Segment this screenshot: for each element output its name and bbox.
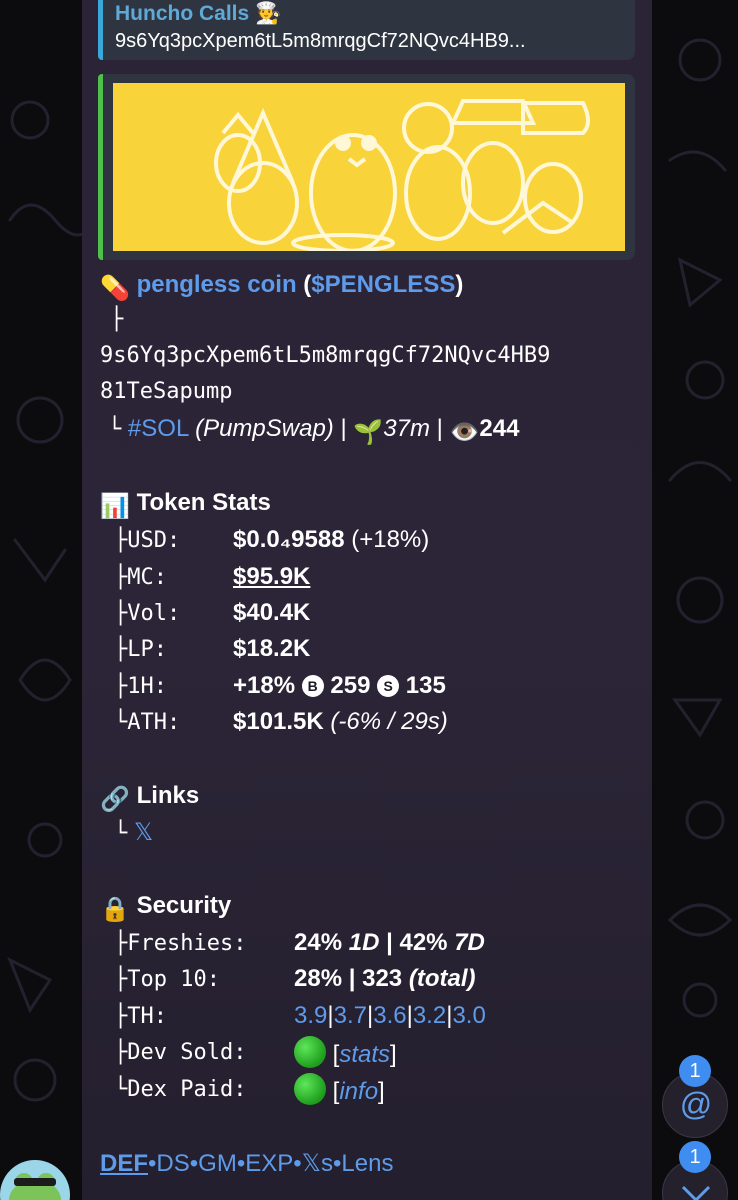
tree-branch: └ xyxy=(114,821,128,846)
ticker-link[interactable]: $PENGLESS xyxy=(311,271,455,298)
paren-open: ( xyxy=(296,271,312,298)
links-row: └ 𝕏 xyxy=(114,817,153,850)
section-title-token-stats: 📊 Token Stats xyxy=(100,487,271,523)
contract-address-line-2[interactable]: 81TeSapump xyxy=(100,376,232,408)
stat-value: +18% B 259 S 135 xyxy=(233,672,446,699)
tree-branch: ├ xyxy=(110,307,124,332)
security-label: └Dex Paid: xyxy=(114,1077,247,1102)
view-count: 244 xyxy=(479,415,520,442)
chef-emoji-icon: 🧑‍🍳 xyxy=(255,2,282,25)
security-row-freshies: ├Freshies: 24% 1D | 42% 7D xyxy=(114,927,485,960)
stat-value: $18.2K xyxy=(233,635,311,662)
reply-text: 9s6Yq3pcXpem6tL5m8mrqgCf72NQvc4HB9... xyxy=(115,30,526,52)
pill-icon: 💊 xyxy=(100,275,130,302)
mentions-badge: 1 xyxy=(679,1055,711,1087)
separator: | xyxy=(436,415,443,442)
stat-row-1h: ├1H: +18% B 259 S 135 xyxy=(114,670,446,703)
section-title-links: 🔗 Links xyxy=(100,780,199,816)
stat-row-mc: ├MC: $95.9K xyxy=(114,561,310,594)
security-value: 28% | 323 (total) xyxy=(294,965,476,992)
stat-row-ath: └ATH: $101.5K (-6% / 29s) xyxy=(114,706,448,739)
token-name-link[interactable]: pengless coin xyxy=(137,271,297,298)
sells-icon: S xyxy=(377,675,400,697)
token-header: 💊 pengless coin ($PENGLESS) xyxy=(100,269,463,305)
holder-link[interactable]: 3.9 xyxy=(294,1002,327,1029)
holder-link[interactable]: 3.7 xyxy=(334,1002,367,1029)
security-label: ├TH: xyxy=(114,1004,167,1029)
section-title-security: 🔒 Security xyxy=(100,890,231,926)
security-row-th: ├TH: 3.9|3.7|3.6|3.2|3.0 xyxy=(114,1000,486,1033)
green-circle-icon xyxy=(294,1073,326,1105)
stat-label: ├Vol: xyxy=(114,601,181,626)
stat-label: ├1H: xyxy=(114,674,167,699)
holder-link[interactable]: 3.2 xyxy=(413,1002,446,1029)
security-value: 24% 1D | 42% 7D xyxy=(294,929,485,956)
footer-links: DEF•DS•GM•EXP•𝕏s•Lens xyxy=(100,1150,394,1177)
security-label: ├Dev Sold: xyxy=(114,1040,247,1065)
stat-value: $101.5K (-6% / 29s) xyxy=(233,708,448,735)
market-cap-link[interactable]: $95.9K xyxy=(233,561,310,593)
x-twitter-link[interactable]: 𝕏 xyxy=(134,819,153,846)
security-row-top10: ├Top 10: 28% | 323 (total) xyxy=(114,963,475,996)
top-holders-values: 3.9|3.7|3.6|3.2|3.0 xyxy=(294,1002,486,1029)
bar-chart-icon: 📊 xyxy=(100,493,130,520)
stat-value: $0.0₄9588 (+18%) xyxy=(233,526,430,553)
paren-close: ) xyxy=(455,271,464,298)
preview-image[interactable] xyxy=(113,83,625,251)
chain-info: └ #SOL (PumpSwap) | 🌱37m | 👁️244 xyxy=(108,413,519,449)
eye-icon: 👁️ xyxy=(449,419,480,446)
security-row-dex-paid: └Dex Paid: [info] xyxy=(114,1073,385,1106)
reply-quote[interactable]: Huncho Calls 🧑‍🍳 9s6Yq3pcXpem6tL5m8mrqgC… xyxy=(98,0,635,60)
security-value: [stats] xyxy=(294,1036,397,1071)
dex-name: (PumpSwap) xyxy=(195,415,334,442)
ds-link[interactable]: DS xyxy=(156,1150,189,1177)
stat-row-usd: ├USD: $0.0₄9588 (+18%) xyxy=(114,524,429,557)
gm-link[interactable]: GM xyxy=(198,1150,237,1177)
lens-link[interactable]: Lens xyxy=(341,1150,393,1177)
green-circle-icon xyxy=(294,1036,326,1068)
dev-stats-link[interactable]: stats xyxy=(339,1041,390,1068)
scroll-down-badge: 1 xyxy=(679,1141,711,1173)
xs-link[interactable]: 𝕏s xyxy=(302,1150,333,1177)
at-icon: @ xyxy=(679,1086,713,1122)
holder-link[interactable]: 3.0 xyxy=(452,1002,485,1029)
link-icon: 🔗 xyxy=(100,786,130,813)
stat-label: └ATH: xyxy=(114,710,181,735)
holder-link[interactable]: 3.6 xyxy=(373,1002,406,1029)
buys-icon: B xyxy=(301,675,324,697)
separator: | xyxy=(340,415,347,442)
chain-hashtag[interactable]: #SOL xyxy=(128,415,188,442)
stat-label: ├LP: xyxy=(114,637,167,662)
seedling-icon: 🌱 xyxy=(353,419,384,446)
reply-sender: Huncho Calls 🧑‍🍳 xyxy=(115,2,282,25)
stat-row-vol: ├Vol: $40.4K xyxy=(114,597,310,630)
token-age: 37m xyxy=(383,415,430,442)
def-link[interactable]: DEF xyxy=(100,1150,148,1177)
stat-label: ├USD: xyxy=(114,528,181,553)
contract-address-line-1[interactable]: 9s6Yq3pcXpem6tL5m8mrqgCf72NQvc4HB9 xyxy=(100,340,550,372)
dex-info-link[interactable]: info xyxy=(339,1078,378,1105)
security-value: [info] xyxy=(294,1073,385,1108)
tree-branch: └ xyxy=(108,417,122,442)
exp-link[interactable]: EXP xyxy=(245,1150,293,1177)
security-label: ├Top 10: xyxy=(114,967,220,992)
stat-row-lp: ├LP: $18.2K xyxy=(114,633,310,666)
security-label: ├Freshies: xyxy=(114,931,247,956)
penguins-illustration xyxy=(214,99,590,251)
stat-value: $40.4K xyxy=(233,599,311,626)
security-row-dev-sold: ├Dev Sold: [stats] xyxy=(114,1036,397,1069)
stat-label: ├MC: xyxy=(114,565,167,590)
lock-icon: 🔒 xyxy=(100,896,130,923)
